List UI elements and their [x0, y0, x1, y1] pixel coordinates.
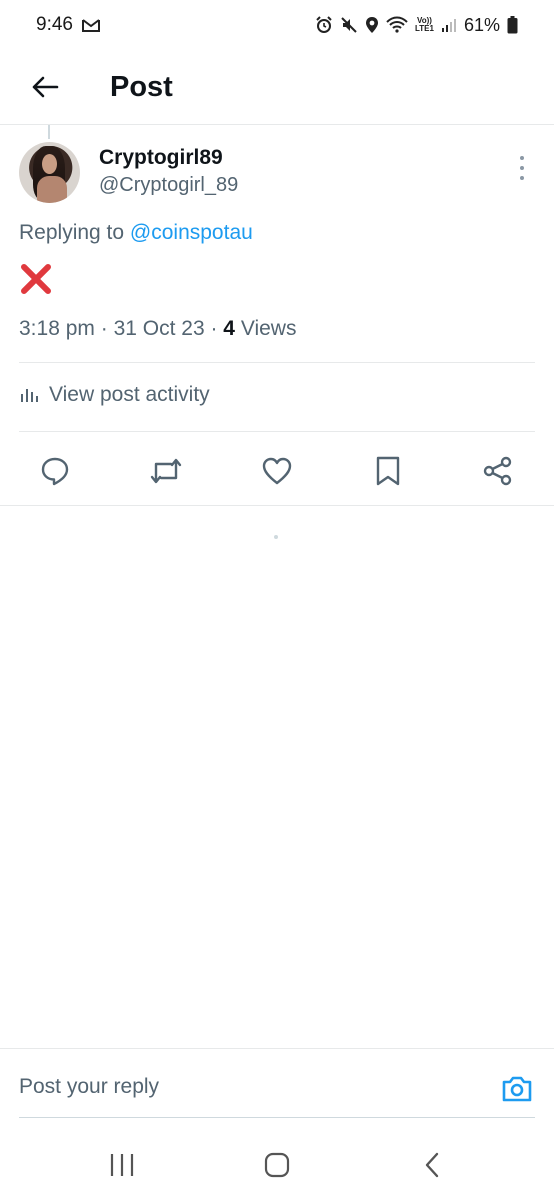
recent-apps-button[interactable] — [102, 1148, 142, 1182]
system-nav-bar — [0, 1130, 554, 1200]
share-icon — [483, 456, 512, 486]
repost-button[interactable] — [148, 453, 184, 489]
arrow-left-icon — [32, 76, 59, 98]
views-count[interactable]: 4 — [223, 317, 235, 340]
page-title: Post — [110, 70, 173, 103]
analytics-icon — [21, 389, 38, 402]
post-meta: 3:18 pm · 31 Oct 23 · 4 Views — [19, 317, 296, 341]
alarm-icon — [315, 16, 333, 34]
views-label: Views — [234, 317, 297, 340]
status-left: 9:46 — [36, 14, 101, 36]
chevron-left-icon — [425, 1152, 439, 1178]
mute-icon — [340, 16, 358, 34]
bookmark-button[interactable] — [370, 453, 406, 489]
view-post-activity-link[interactable]: View post activity — [19, 383, 210, 407]
thread-connector-line — [48, 125, 50, 139]
action-bar — [0, 445, 554, 493]
signal-icon — [441, 17, 457, 33]
reply-input-underline — [19, 1117, 535, 1118]
activity-label: View post activity — [49, 383, 210, 406]
meta-separator: · — [94, 317, 114, 340]
camera-icon[interactable] — [500, 1073, 534, 1105]
more-options-button[interactable] — [512, 156, 532, 180]
replying-prefix: Replying to — [19, 221, 130, 244]
post-date: 31 Oct 23 — [113, 317, 205, 340]
screen: 9:46 Vo)) LTE1 61% Post Cryptogirl89 @Cr… — [0, 0, 554, 1200]
home-button[interactable] — [257, 1148, 297, 1182]
divider — [19, 431, 535, 432]
share-button[interactable] — [480, 453, 516, 489]
battery-icon — [507, 16, 518, 34]
back-nav-button[interactable] — [412, 1148, 452, 1182]
volte-indicator: Vo)) LTE1 — [415, 17, 434, 33]
top-app-bar: Post — [0, 50, 554, 125]
bookmark-icon — [376, 456, 400, 486]
replying-to: Replying to @coinspotau — [19, 221, 253, 245]
cross-mark-emoji-icon — [21, 264, 51, 294]
status-time: 9:46 — [36, 14, 73, 35]
wifi-icon — [386, 16, 408, 34]
repost-icon — [150, 458, 182, 484]
status-bar: 9:46 Vo)) LTE1 61% — [0, 0, 554, 50]
avatar-face — [42, 154, 57, 174]
more-dot — [520, 156, 524, 160]
post-time: 3:18 pm — [19, 317, 95, 340]
location-icon — [365, 16, 379, 34]
post: Cryptogirl89 @Cryptogirl_89 Replying to … — [0, 140, 554, 486]
meta-separator: · — [204, 317, 224, 340]
volte-bottom-label: LTE1 — [415, 24, 434, 33]
home-icon — [264, 1152, 290, 1178]
gmail-icon — [81, 17, 101, 33]
avatar[interactable] — [19, 142, 80, 203]
divider — [19, 362, 535, 363]
reply-input[interactable]: Post your reply — [19, 1075, 159, 1099]
recent-apps-icon — [110, 1154, 134, 1176]
reply-composer: Post your reply — [0, 1048, 554, 1118]
like-button[interactable] — [259, 453, 295, 489]
like-icon — [262, 457, 292, 485]
back-button[interactable] — [0, 57, 90, 117]
more-dot — [520, 176, 524, 180]
more-dot — [520, 166, 524, 170]
battery-percent: 61% — [463, 14, 500, 35]
mention-link[interactable]: @coinspotau — [130, 221, 253, 244]
loading-indicator — [274, 535, 278, 539]
section-divider — [0, 505, 554, 506]
user-handle[interactable]: @Cryptogirl_89 — [99, 174, 238, 197]
reply-button[interactable] — [37, 453, 73, 489]
status-right: Vo)) LTE1 61% — [315, 15, 518, 36]
avatar-body — [37, 176, 67, 203]
reply-icon — [41, 457, 69, 486]
display-name[interactable]: Cryptogirl89 — [99, 146, 223, 170]
post-header: Cryptogirl89 @Cryptogirl_89 — [0, 140, 554, 208]
